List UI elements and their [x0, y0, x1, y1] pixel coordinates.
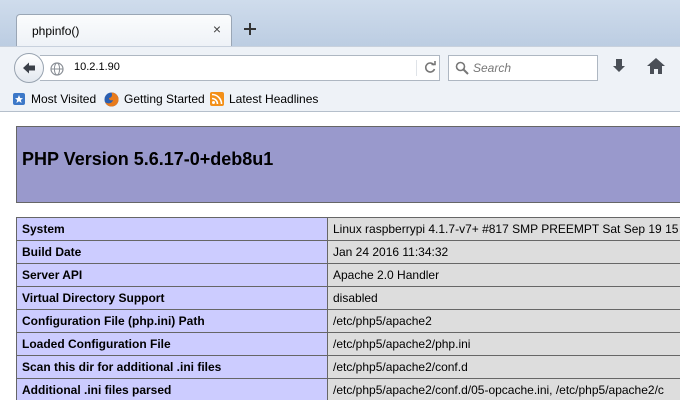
- row-value: /etc/php5/apache2/conf.d: [327, 355, 680, 379]
- row-value: /etc/php5/apache2: [327, 309, 680, 333]
- row-value: Jan 24 2016 11:34:32: [327, 240, 680, 264]
- table-row: Server API Apache 2.0 Handler: [16, 263, 680, 287]
- firefox-icon: [104, 91, 119, 106]
- row-key: System: [16, 217, 328, 241]
- search-icon: [455, 61, 469, 75]
- address-bar[interactable]: 10.2.1.90: [40, 55, 440, 81]
- bookmarks-star-icon: [13, 93, 25, 105]
- table-row: Build Date Jan 24 2016 11:34:32: [16, 240, 680, 264]
- bookmarks-toolbar: Most Visited Getting Started Latest Head…: [0, 86, 680, 112]
- bookmark-most-visited[interactable]: Most Visited: [12, 90, 96, 108]
- globe-icon: [50, 62, 64, 76]
- php-version-header: PHP Version 5.6.17-0+deb8u1: [16, 126, 680, 203]
- row-key: Virtual Directory Support: [16, 286, 328, 310]
- row-key: Additional .ini files parsed: [16, 378, 328, 400]
- browser-tab[interactable]: phpinfo() ×: [16, 14, 232, 46]
- back-arrow-icon: [23, 62, 35, 74]
- bookmark-label: Getting Started: [124, 92, 205, 106]
- page-title: PHP Version 5.6.17-0+deb8u1: [22, 149, 274, 169]
- bookmark-getting-started[interactable]: Getting Started: [104, 90, 205, 108]
- bookmark-latest-headlines[interactable]: Latest Headlines: [210, 90, 318, 108]
- search-input[interactable]: [473, 59, 593, 77]
- row-value: disabled: [327, 286, 680, 310]
- table-row: Scan this dir for additional .ini files …: [16, 355, 680, 379]
- search-bar[interactable]: [448, 55, 598, 81]
- table-row: Configuration File (php.ini) Path /etc/p…: [16, 309, 680, 333]
- page-content: PHP Version 5.6.17-0+deb8u1 System Linux…: [0, 112, 680, 400]
- row-value: Apache 2.0 Handler: [327, 263, 680, 287]
- row-key: Loaded Configuration File: [16, 332, 328, 356]
- row-key: Configuration File (php.ini) Path: [16, 309, 328, 333]
- php-info-table: System Linux raspberrypi 4.1.7-v7+ #817 …: [16, 217, 680, 400]
- table-row: System Linux raspberrypi 4.1.7-v7+ #817 …: [16, 217, 680, 241]
- row-value: /etc/php5/apache2/php.ini: [327, 332, 680, 356]
- table-row: Loaded Configuration File /etc/php5/apac…: [16, 332, 680, 356]
- row-key: Server API: [16, 263, 328, 287]
- table-row: Virtual Directory Support disabled: [16, 286, 680, 310]
- new-tab-plus-icon[interactable]: [242, 21, 258, 37]
- download-arrow-icon[interactable]: [610, 57, 628, 75]
- home-icon[interactable]: [646, 57, 666, 75]
- navigation-toolbar: 10.2.1.90: [0, 46, 680, 87]
- bookmark-label: Latest Headlines: [229, 92, 319, 106]
- bookmark-label: Most Visited: [31, 92, 97, 106]
- back-button[interactable]: [14, 53, 44, 83]
- url-text[interactable]: 10.2.1.90: [74, 61, 120, 73]
- tab-strip: phpinfo() ×: [0, 0, 680, 46]
- row-key: Scan this dir for additional .ini files: [16, 355, 328, 379]
- row-key: Build Date: [16, 240, 328, 264]
- row-value: Linux raspberrypi 4.1.7-v7+ #817 SMP PRE…: [327, 217, 680, 241]
- table-row: Additional .ini files parsed /etc/php5/a…: [16, 378, 680, 400]
- tab-title: phpinfo(): [32, 24, 80, 38]
- rss-icon: [210, 92, 224, 106]
- close-tab-icon[interactable]: ×: [211, 22, 223, 36]
- row-value: /etc/php5/apache2/conf.d/05-opcache.ini,…: [327, 378, 680, 400]
- reload-icon[interactable]: [416, 60, 441, 76]
